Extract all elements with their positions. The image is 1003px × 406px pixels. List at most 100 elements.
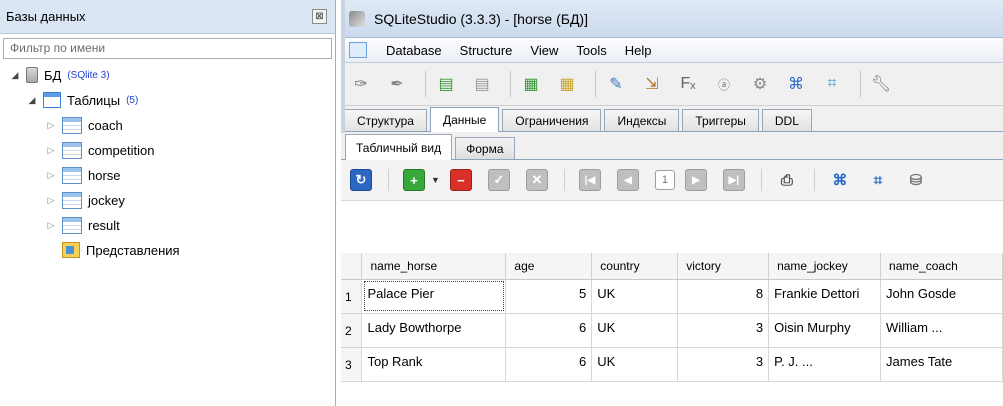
delete-row-icon[interactable]: − [449,169,472,191]
cell-victory[interactable]: 3 [677,347,770,382]
cell-age[interactable]: 6 [505,347,593,382]
filter-input[interactable]: Фильтр по имени [3,38,332,59]
table-icon [62,116,82,134]
shrink-icon[interactable]: ⌗ [818,71,846,97]
menu-view[interactable]: View [521,43,567,58]
table-row[interactable]: 2 Lady Bowthorpe 6 UK 3 Oisin Murphy Wil… [341,313,1003,348]
tab-structure[interactable]: Структура [344,109,427,131]
tab-constraints[interactable]: Ограничения [502,109,602,131]
cell-name-coach[interactable]: John Gosde [880,279,1003,314]
row-number[interactable]: 3 [341,347,363,382]
export-icon[interactable]: ⌘ [782,71,810,97]
collapsed-arrow-icon[interactable]: ▷ [45,145,57,156]
toolbar-separator [563,169,565,191]
cell-name-coach[interactable]: James Tate [880,347,1003,382]
tree-node-views[interactable]: Представления [62,238,180,262]
collapsed-arrow-icon[interactable]: ▷ [45,170,57,181]
cell-name-horse[interactable]: Lady Bowthorpe [361,313,507,348]
tab-grid-view[interactable]: Табличный вид [345,134,453,160]
function-icon[interactable]: Fₓ [674,71,702,97]
cell-name-jockey[interactable]: Frankie Dettori [768,279,882,314]
tree-item-table[interactable]: ▷ coach [45,113,123,137]
cell-name-coach[interactable]: William ... [880,313,1003,348]
menu-structure[interactable]: Structure [451,43,522,58]
table-row[interactable]: 3 Top Rank 6 UK 3 P. J. ... James Tate [341,347,1003,382]
column-header[interactable]: country [591,253,679,280]
filter-icon[interactable]: ⛁ [905,169,927,191]
add-db-icon[interactable]: ▤ [432,71,460,97]
menu-help[interactable]: Help [616,43,661,58]
tab-triggers[interactable]: Триггеры [682,109,759,131]
tab-indexes[interactable]: Индексы [604,109,680,131]
remove-db-icon[interactable]: ▤ [468,71,496,97]
cell-name-jockey[interactable]: P. J. ... [768,347,882,382]
cell-country[interactable]: UK [591,347,679,382]
refresh-icon[interactable]: ↻ [350,169,372,191]
collapsed-arrow-icon[interactable]: ▷ [45,220,57,231]
next-page-icon[interactable]: ▶ [684,169,707,191]
cell-name-horse[interactable]: Palace Pier [361,279,507,314]
collapsed-arrow-icon[interactable]: ▷ [45,195,57,206]
toolbar-separator [425,71,426,97]
print-icon[interactable]: ⎙ [776,169,798,191]
column-header[interactable]: name_coach [880,253,1003,280]
rollback-icon[interactable]: ✕ [525,169,548,191]
config-icon[interactable]: 🔧︎ [867,71,895,97]
tab-ddl[interactable]: DDL [761,109,812,131]
column-header[interactable]: victory [677,253,770,280]
window-menu-icon[interactable] [349,42,367,58]
collapsed-arrow-icon[interactable]: ▷ [45,120,57,131]
tree-item-table[interactable]: ▷ result [45,213,120,237]
sql-editor-icon[interactable]: ✎ [602,71,630,97]
add-row-icon[interactable]: + [403,169,425,191]
collapse-icon[interactable]: ⌗ [867,169,889,191]
first-page-icon[interactable]: |◀ [578,169,601,191]
toolbar-separator [813,169,815,191]
tab-data[interactable]: Данные [429,107,500,132]
dropdown-icon[interactable]: ▼ [431,175,440,185]
corner-cell[interactable] [341,253,363,280]
last-page-icon[interactable]: ▶| [722,169,745,191]
table-name: coach [88,117,123,133]
cell-victory[interactable]: 3 [677,313,770,348]
table-row[interactable]: 1 Palace Pier 5 UK 8 Frankie Dettori Joh… [341,279,1003,314]
extension-icon[interactable]: ⚙ [746,71,774,97]
tree-node-tables[interactable]: ◢ Таблицы (5) [26,88,138,112]
panel-title-text: Базы данных [6,9,86,24]
menu-database[interactable]: Database [377,43,451,58]
close-panel-icon[interactable]: ⊠ [312,9,327,24]
commit-icon[interactable]: ✓ [487,169,510,191]
column-header[interactable]: name_horse [361,253,507,280]
expand-icon[interactable]: ⌘ [829,169,851,191]
column-header[interactable]: age [505,253,593,280]
disconnect-icon[interactable]: ✒ [383,71,411,97]
cell-age[interactable]: 6 [505,313,593,348]
tree-item-table[interactable]: ▷ horse [45,163,121,187]
tables-folder-icon [43,92,61,108]
edit-table-icon[interactable]: ▦ [553,71,581,97]
tree-node-db[interactable]: ◢ БД (SQlite 3) [9,63,110,87]
collation-icon[interactable]: ⓐ [710,71,738,97]
table-name: horse [88,167,121,183]
page-number[interactable]: 1 [654,170,675,190]
cell-age[interactable]: 5 [505,279,593,314]
cell-country[interactable]: UK [591,313,679,348]
menu-tools[interactable]: Tools [567,43,615,58]
cell-name-jockey[interactable]: Oisin Murphy [768,313,882,348]
cell-country[interactable]: UK [591,279,679,314]
column-header[interactable]: name_jockey [768,253,882,280]
databases-panel: Базы данных ⊠ Фильтр по имени ◢ БД (SQli… [0,0,336,406]
tree-item-table[interactable]: ▷ competition [45,138,154,162]
row-number[interactable]: 2 [341,313,363,348]
add-table-icon[interactable]: ▦ [517,71,545,97]
prev-page-icon[interactable]: ◀ [616,169,639,191]
expanded-arrow-icon[interactable]: ◢ [9,70,21,81]
expanded-arrow-icon[interactable]: ◢ [26,95,38,106]
connect-icon[interactable]: ✑ [347,71,375,97]
cell-name-horse[interactable]: Top Rank [361,347,507,382]
import-icon[interactable]: ⇲ [638,71,666,97]
tree-item-table[interactable]: ▷ jockey [45,188,125,212]
row-number[interactable]: 1 [341,279,363,314]
tab-form-view[interactable]: Форма [455,137,515,159]
cell-victory[interactable]: 8 [677,279,770,314]
